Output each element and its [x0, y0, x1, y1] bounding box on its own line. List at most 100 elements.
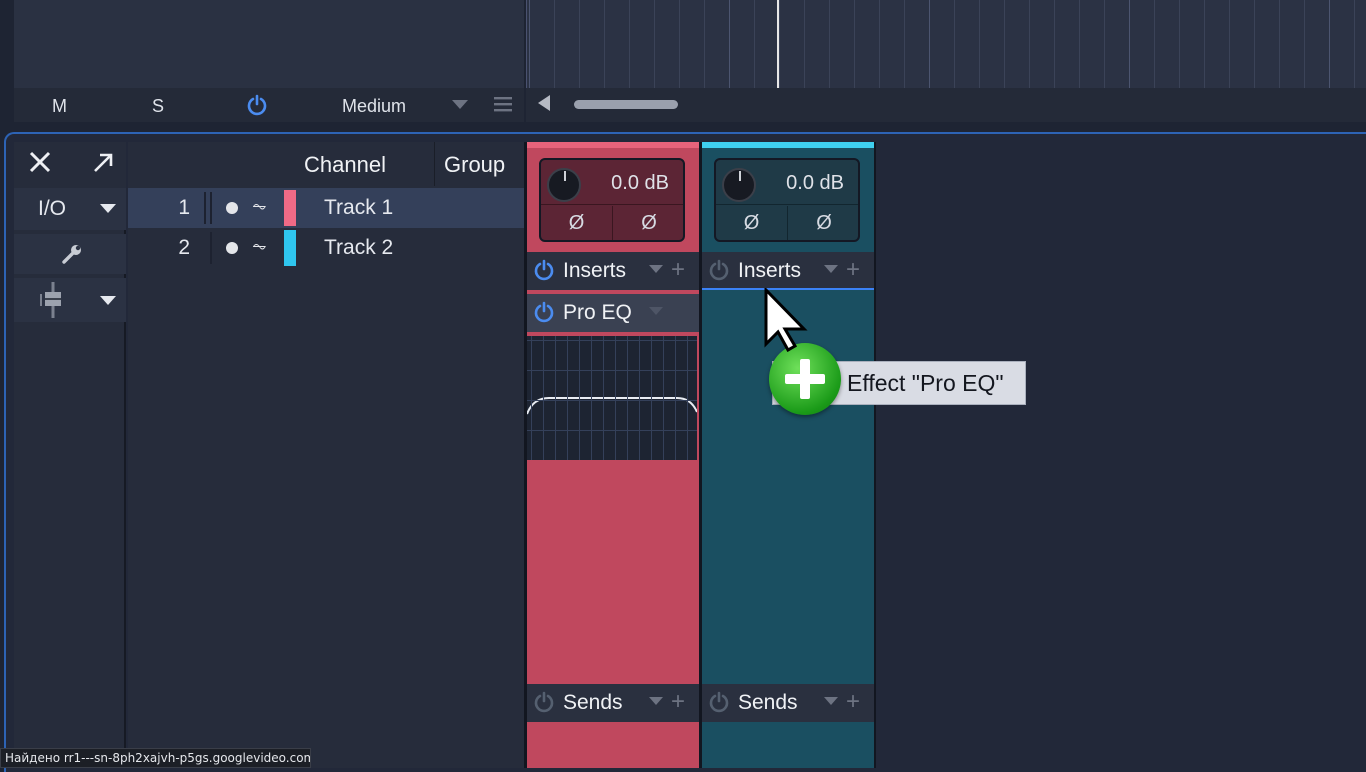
timeline-gridline [1229, 0, 1230, 88]
track-height-select[interactable]: Medium [342, 96, 406, 117]
timeline-gridline [1029, 0, 1030, 88]
track-color-swatch[interactable] [284, 230, 296, 266]
phase-invert-button[interactable]: Ø [716, 206, 788, 240]
phase-invert-button[interactable]: Ø [613, 206, 685, 240]
power-icon[interactable] [533, 259, 555, 287]
volume-panel: 0.0 dB Ø Ø [539, 158, 685, 242]
inserts-label: Inserts [563, 259, 627, 282]
inserts-label: Inserts [738, 259, 802, 282]
timeline-gridline [1329, 0, 1330, 88]
power-icon[interactable] [246, 94, 268, 121]
playhead[interactable] [777, 0, 779, 88]
timeline-gridline [1079, 0, 1080, 88]
power-icon[interactable] [533, 691, 555, 719]
timeline-gridline [679, 0, 680, 88]
channel-row[interactable]: 2 ⏦ Track 2 [128, 228, 524, 268]
timeline-gridline [1154, 0, 1155, 88]
fader-icon[interactable] [40, 282, 66, 323]
timeline[interactable] [526, 0, 1366, 88]
mouse-cursor-icon [764, 286, 814, 357]
expand-arrow-icon[interactable] [92, 152, 114, 179]
inserts-header[interactable]: Inserts + [702, 252, 874, 290]
pan-knob[interactable] [722, 168, 756, 202]
pan-knob[interactable] [547, 168, 581, 202]
timeline-gridline [979, 0, 980, 88]
timeline-gridline [829, 0, 830, 88]
eq-grid-line [591, 336, 592, 460]
eq-grid-line [639, 336, 640, 460]
eq-grid-line [543, 336, 544, 460]
chevron-down-icon[interactable] [649, 307, 663, 315]
channel-list-header: Channel Group [128, 142, 524, 188]
add-insert-icon[interactable]: + [846, 256, 860, 284]
divider [716, 204, 858, 205]
channel-row[interactable]: 1 ⏦ Track 1 [128, 188, 524, 228]
volume-readout[interactable]: 0.0 dB [786, 172, 844, 195]
track-color-swatch[interactable] [284, 190, 296, 226]
timeline-gridline [1304, 0, 1305, 88]
visibility-dot[interactable] [226, 242, 238, 254]
timeline-gridline [1354, 0, 1355, 88]
channel-strip-track-1: 0.0 dB Ø Ø Inserts + Pro EQ Sends + [527, 142, 699, 768]
column-header-group[interactable]: Group [444, 152, 505, 178]
timeline-gridline [754, 0, 755, 88]
eq-grid-line [651, 336, 652, 460]
close-icon[interactable] [28, 150, 52, 179]
timeline-gridline [1254, 0, 1255, 88]
channel-number: 1 [178, 196, 190, 219]
chevron-down-icon[interactable] [824, 697, 838, 705]
sends-header[interactable]: Sends + [527, 684, 699, 722]
timeline-gridline [604, 0, 605, 88]
chevron-down-icon[interactable] [452, 100, 468, 109]
scroll-left-icon[interactable] [538, 95, 550, 111]
solo-button[interactable]: S [152, 96, 164, 117]
timeline-gridline [654, 0, 655, 88]
volume-readout[interactable]: 0.0 dB [611, 172, 669, 195]
audio-wave-icon: ⏦ [252, 196, 267, 216]
row-divider [210, 232, 212, 264]
timeline-gridline [804, 0, 805, 88]
power-icon[interactable] [708, 691, 730, 719]
visibility-dot[interactable] [226, 202, 238, 214]
eq-grid-line [527, 430, 697, 431]
chevron-down-icon[interactable] [824, 265, 838, 273]
column-header-channel[interactable]: Channel [304, 152, 386, 178]
strip-color-bar [527, 142, 699, 148]
mute-button[interactable]: M [52, 96, 67, 117]
add-send-icon[interactable]: + [846, 688, 860, 716]
eq-grid-line [555, 336, 556, 460]
timeline-gridline [954, 0, 955, 88]
track-name[interactable]: Track 2 [324, 236, 393, 260]
chevron-down-icon[interactable] [649, 697, 663, 705]
timeline-gridline [529, 0, 530, 88]
add-send-icon[interactable]: + [671, 688, 685, 716]
wrench-icon[interactable] [60, 242, 84, 271]
chevron-down-icon[interactable] [100, 204, 116, 213]
power-icon[interactable] [533, 301, 555, 329]
power-icon[interactable] [708, 259, 730, 287]
timeline-gridline [704, 0, 705, 88]
insert-slot[interactable]: Pro EQ [527, 294, 699, 332]
track-name[interactable]: Track 1 [324, 196, 393, 220]
eq-grid-line [603, 336, 604, 460]
inserts-header[interactable]: Inserts + [527, 252, 699, 290]
timeline-gridline [1204, 0, 1205, 88]
eq-grid-line [675, 336, 676, 460]
eq-grid-line [579, 336, 580, 460]
chevron-down-icon[interactable] [100, 296, 116, 305]
horizontal-scrollbar[interactable] [526, 88, 1366, 122]
eq-grid-line [527, 400, 697, 401]
chevron-down-icon[interactable] [649, 265, 663, 273]
sends-header[interactable]: Sends + [702, 684, 874, 722]
timeline-gridline [554, 0, 555, 88]
phase-invert-button[interactable]: Ø [788, 206, 860, 240]
timeline-gridline [779, 0, 780, 88]
add-insert-icon[interactable]: + [671, 256, 685, 284]
phase-invert-button[interactable]: Ø [541, 206, 613, 240]
io-button[interactable]: I/O [38, 197, 66, 221]
strip-divider [524, 142, 527, 768]
eq-grid-line [527, 370, 697, 371]
scroll-thumb[interactable] [574, 100, 678, 109]
menu-icon[interactable] [494, 96, 512, 117]
eq-thumbnail[interactable] [527, 336, 697, 460]
